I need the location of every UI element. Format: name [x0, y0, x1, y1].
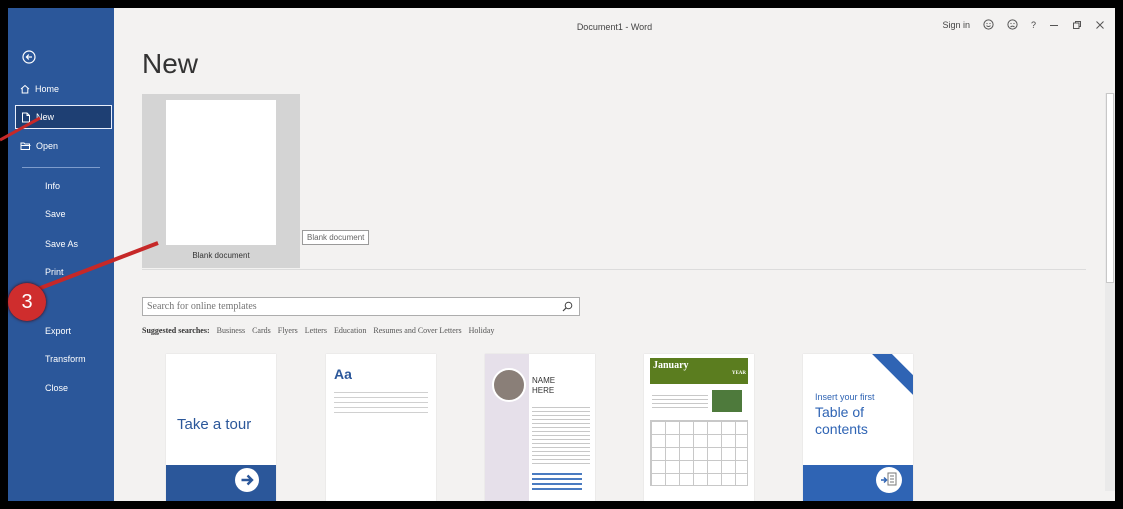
annotation-pointer-lines: [0, 116, 159, 294]
step-number-badge: 3: [8, 283, 46, 321]
